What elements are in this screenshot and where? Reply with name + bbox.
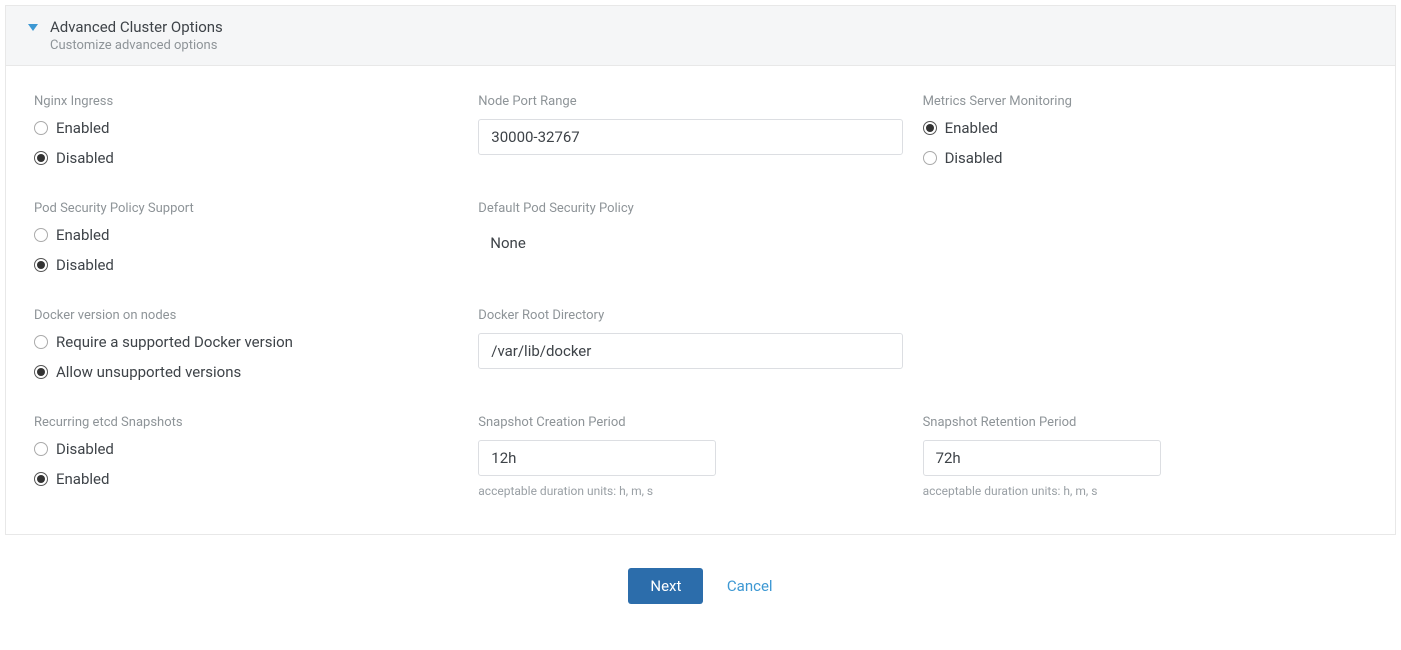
form-row: Nginx Ingress Enabled Disabled Node Port…: [34, 94, 1367, 167]
pod-security-label: Pod Security Policy Support: [34, 201, 458, 216]
radio-label: Enabled: [945, 119, 998, 137]
radio-icon: [34, 335, 48, 349]
nginx-ingress-group: Nginx Ingress Enabled Disabled: [34, 94, 478, 167]
nginx-ingress-disabled-option[interactable]: Disabled: [34, 149, 458, 167]
snapshot-retention-input[interactable]: [923, 440, 1161, 476]
radio-label: Enabled: [56, 226, 109, 244]
default-pod-security-value: None: [478, 226, 902, 260]
panel-subtitle: Customize advanced options: [50, 38, 1375, 53]
footer: Next Cancel: [0, 540, 1401, 614]
metrics-server-label: Metrics Server Monitoring: [923, 94, 1347, 109]
radio-label: Disabled: [56, 256, 114, 274]
radio-label: Enabled: [56, 470, 109, 488]
radio-label: Disabled: [56, 440, 114, 458]
node-port-range-input[interactable]: [478, 119, 902, 155]
snapshot-retention-hint: acceptable duration units: h, m, s: [923, 484, 1347, 498]
radio-icon: [923, 121, 937, 135]
radio-icon: [34, 258, 48, 272]
docker-root-label: Docker Root Directory: [478, 308, 902, 323]
radio-icon: [34, 121, 48, 135]
metrics-server-group: Metrics Server Monitoring Enabled Disabl…: [923, 94, 1367, 167]
radio-icon: [34, 365, 48, 379]
panel-header[interactable]: Advanced Cluster Options Customize advan…: [6, 6, 1395, 66]
etcd-snapshots-group: Recurring etcd Snapshots Disabled Enable…: [34, 415, 478, 498]
pod-security-disabled-option[interactable]: Disabled: [34, 256, 458, 274]
advanced-cluster-options-panel: Advanced Cluster Options Customize advan…: [5, 5, 1396, 535]
radio-label: Require a supported Docker version: [56, 333, 293, 351]
empty-col: [923, 308, 1367, 381]
radio-label: Allow unsupported versions: [56, 363, 241, 381]
docker-version-label: Docker version on nodes: [34, 308, 458, 323]
next-button[interactable]: Next: [628, 568, 703, 604]
cancel-button[interactable]: Cancel: [727, 577, 773, 595]
docker-version-group: Docker version on nodes Require a suppor…: [34, 308, 478, 381]
pod-security-group: Pod Security Policy Support Enabled Disa…: [34, 201, 478, 274]
empty-col: [923, 201, 1367, 274]
snapshot-creation-input[interactable]: [478, 440, 716, 476]
radio-icon: [923, 151, 937, 165]
radio-label: Disabled: [945, 149, 1003, 167]
radio-icon: [34, 228, 48, 242]
default-pod-security-group: Default Pod Security Policy None: [478, 201, 922, 274]
chevron-down-icon: [28, 24, 38, 31]
snapshot-creation-label: Snapshot Creation Period: [478, 415, 902, 430]
node-port-range-label: Node Port Range: [478, 94, 902, 109]
docker-root-input[interactable]: [478, 333, 902, 369]
docker-root-group: Docker Root Directory: [478, 308, 922, 381]
metrics-server-disabled-option[interactable]: Disabled: [923, 149, 1347, 167]
docker-version-allow-option[interactable]: Allow unsupported versions: [34, 363, 458, 381]
snapshot-creation-group: Snapshot Creation Period acceptable dura…: [478, 415, 922, 498]
pod-security-enabled-option[interactable]: Enabled: [34, 226, 458, 244]
snapshot-retention-group: Snapshot Retention Period acceptable dur…: [923, 415, 1367, 498]
radio-icon: [34, 442, 48, 456]
radio-label: Disabled: [56, 149, 114, 167]
snapshot-retention-label: Snapshot Retention Period: [923, 415, 1347, 430]
panel-body: Nginx Ingress Enabled Disabled Node Port…: [6, 66, 1395, 534]
form-row: Docker version on nodes Require a suppor…: [34, 308, 1367, 381]
radio-icon: [34, 151, 48, 165]
etcd-snapshots-enabled-option[interactable]: Enabled: [34, 470, 458, 488]
radio-icon: [34, 472, 48, 486]
metrics-server-enabled-option[interactable]: Enabled: [923, 119, 1347, 137]
default-pod-security-label: Default Pod Security Policy: [478, 201, 902, 216]
nginx-ingress-label: Nginx Ingress: [34, 94, 458, 109]
docker-version-require-option[interactable]: Require a supported Docker version: [34, 333, 458, 351]
panel-title: Advanced Cluster Options: [50, 18, 1375, 36]
form-row: Recurring etcd Snapshots Disabled Enable…: [34, 415, 1367, 498]
etcd-snapshots-disabled-option[interactable]: Disabled: [34, 440, 458, 458]
radio-label: Enabled: [56, 119, 109, 137]
etcd-snapshots-label: Recurring etcd Snapshots: [34, 415, 458, 430]
snapshot-creation-hint: acceptable duration units: h, m, s: [478, 484, 902, 498]
nginx-ingress-enabled-option[interactable]: Enabled: [34, 119, 458, 137]
node-port-range-group: Node Port Range: [478, 94, 922, 167]
form-row: Pod Security Policy Support Enabled Disa…: [34, 201, 1367, 274]
